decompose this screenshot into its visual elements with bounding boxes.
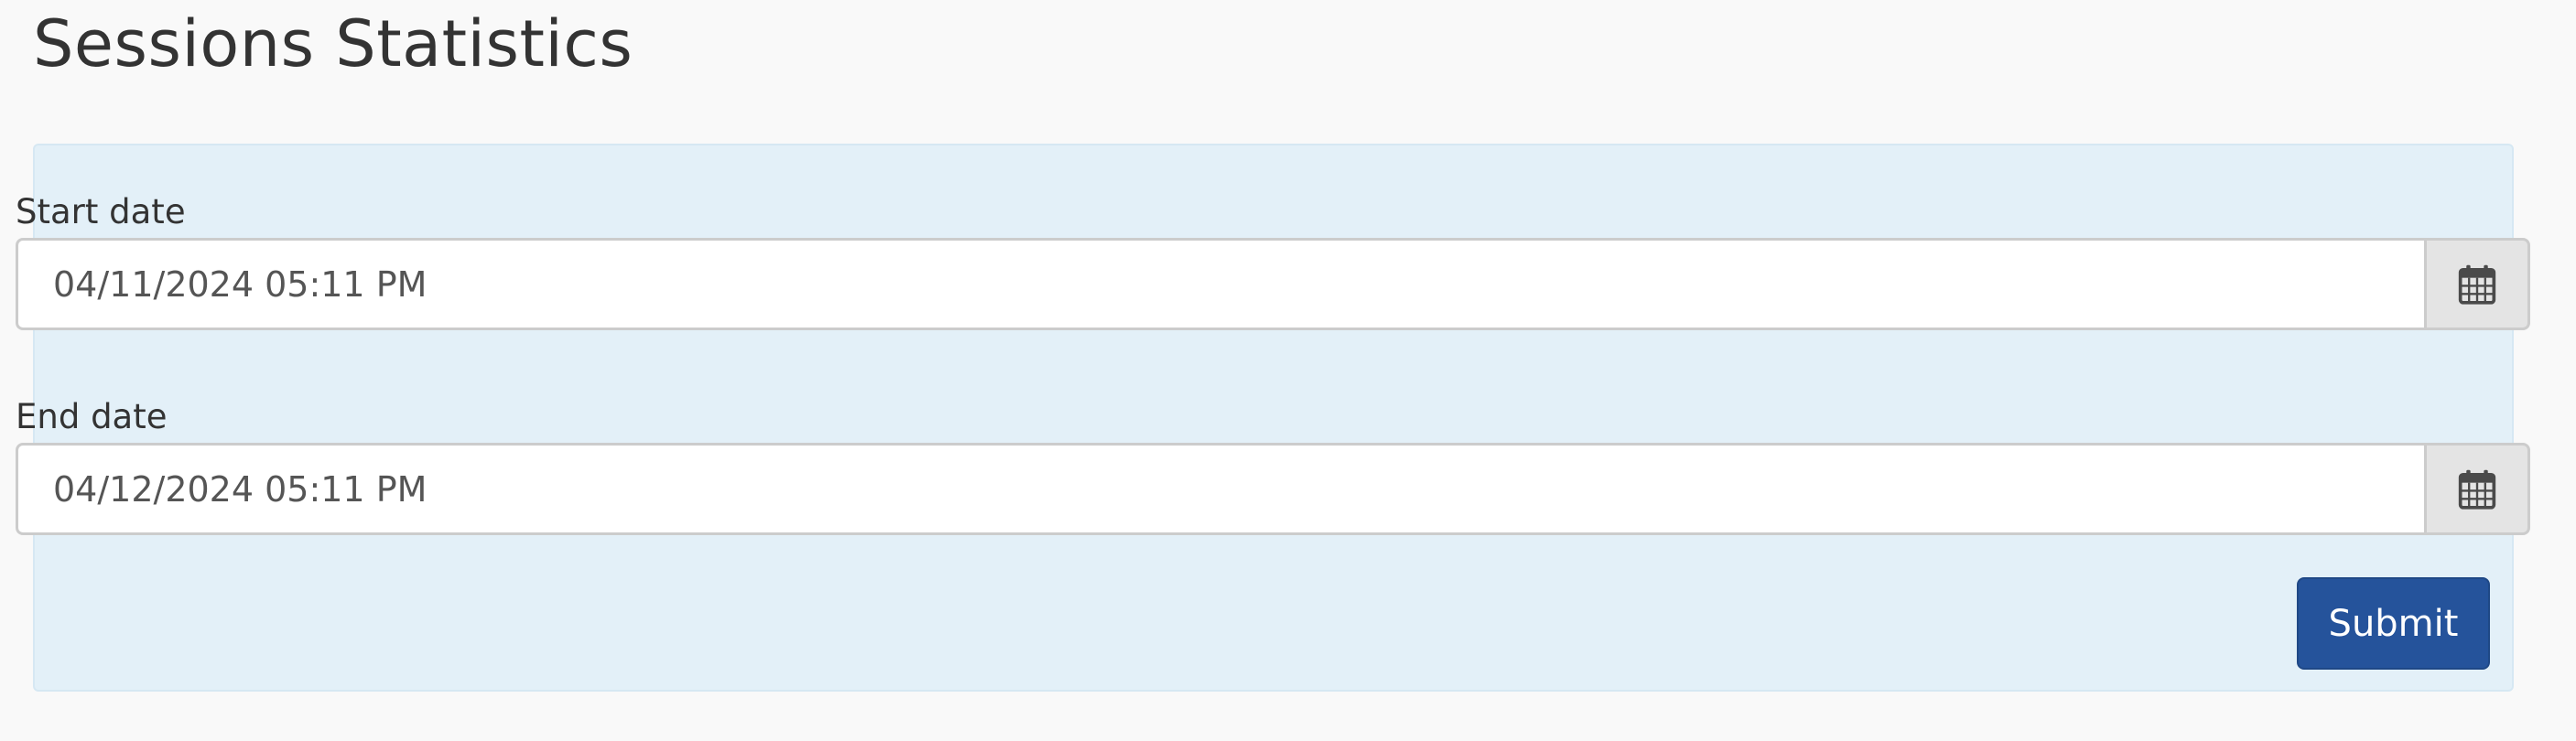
end-date-label: End date [16,397,168,436]
end-date-input[interactable] [16,443,2424,535]
submit-button[interactable]: Submit [2297,577,2490,670]
start-date-input[interactable] [16,238,2424,330]
date-range-form-panel [33,144,2514,692]
end-date-calendar-button[interactable] [2424,443,2530,535]
start-date-calendar-button[interactable] [2424,238,2530,330]
start-date-input-group [16,238,2530,330]
calendar-icon [2458,469,2496,510]
calendar-icon [2458,264,2496,305]
page-title: Sessions Statistics [33,6,633,81]
start-date-label: Start date [16,192,186,231]
end-date-input-group [16,443,2530,535]
